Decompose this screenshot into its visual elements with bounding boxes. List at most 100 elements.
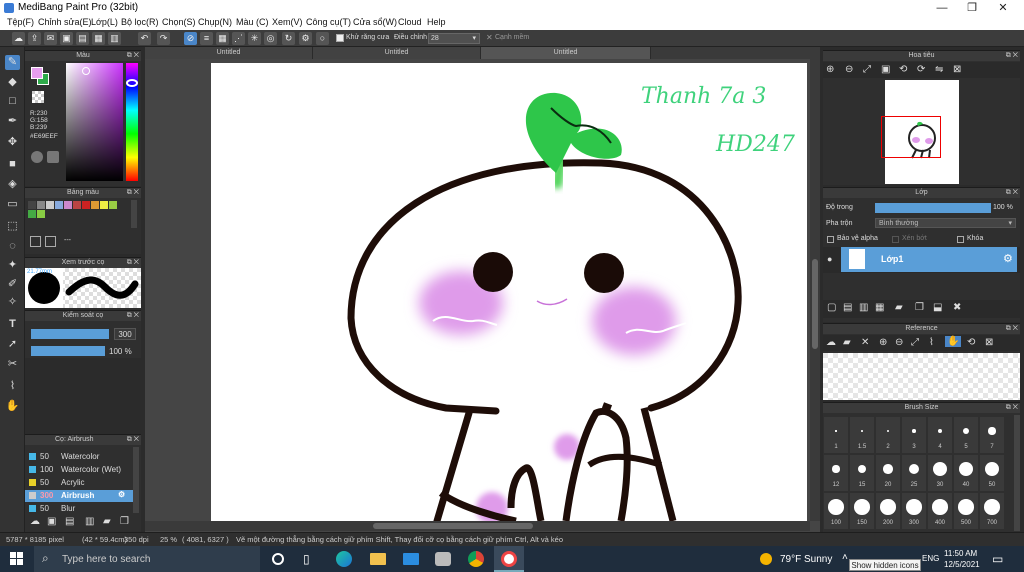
navigator-thumbnail[interactable] <box>881 80 959 184</box>
brush-size-cell[interactable]: 300 <box>902 493 926 529</box>
radial-snap-icon[interactable]: ✳ <box>248 32 261 45</box>
visibility-icon[interactable]: ● <box>827 254 832 264</box>
foreground-color-swatch[interactable] <box>31 67 43 79</box>
add-brush-icon[interactable]: ▣ <box>47 516 56 527</box>
palette-swatch[interactable] <box>28 201 36 209</box>
rotate-icon[interactable]: ⟲ <box>967 337 975 348</box>
delete-palette-icon[interactable] <box>45 236 56 247</box>
bucket-tool-icon[interactable]: ◈ <box>5 177 20 192</box>
panel-close-icon[interactable]: ⧉ ✕ <box>127 258 139 268</box>
layer-row-selected[interactable]: Lớp1 ⚙ <box>841 247 1017 272</box>
panel-close-icon[interactable]: ⧉ ✕ <box>127 51 139 61</box>
new-layer-icon[interactable]: ▢ <box>827 302 836 313</box>
eraser-tool-icon[interactable]: ◆ <box>5 75 20 90</box>
brush-size-cell[interactable]: 20 <box>876 455 900 491</box>
eyedropper-icon[interactable]: ⌇ <box>929 337 934 348</box>
brush-size-cell[interactable]: 15 <box>850 455 874 491</box>
chevron-up-icon[interactable]: ˄ <box>842 552 848 563</box>
save-icon[interactable]: ▣ <box>60 32 73 45</box>
brush-size-cell[interactable]: 1.5 <box>850 417 874 453</box>
menu-help[interactable]: Help <box>427 17 446 27</box>
brush-size-cell[interactable]: 25 <box>902 455 926 491</box>
menu-layer[interactable]: Lớp(L) <box>91 17 118 27</box>
actual-size-icon[interactable]: ▣ <box>881 64 890 75</box>
brush-tool-icon[interactable]: ✎ <box>5 55 20 70</box>
cortana-icon[interactable] <box>272 553 284 565</box>
layer-opacity-slider[interactable] <box>875 203 991 213</box>
hand-icon[interactable]: ✋ <box>945 336 962 347</box>
brush-size-cell[interactable]: 500 <box>954 493 978 529</box>
mail-icon[interactable] <box>403 553 419 565</box>
color-wheel-icon[interactable] <box>31 151 43 163</box>
operation-tool-icon[interactable]: ➚ <box>5 337 20 352</box>
brush-size-slider[interactable] <box>31 329 109 339</box>
curve-snap-icon[interactable]: ↻ <box>282 32 295 45</box>
panel-close-icon[interactable]: ⧉ ✕ <box>127 188 139 198</box>
palette-swatch[interactable] <box>64 201 72 209</box>
vertical-scroll-thumb[interactable] <box>812 259 818 349</box>
minimize-icon[interactable]: — <box>935 1 949 15</box>
fill-rect-tool-icon[interactable]: ■ <box>5 157 20 172</box>
menu-snap[interactable]: Chụp(N) <box>198 17 232 27</box>
fit-icon[interactable]: ⤢ <box>911 337 919 348</box>
new-folder-icon[interactable]: ▰ <box>895 302 903 313</box>
palette-swatch[interactable] <box>91 201 99 209</box>
add-layer-menu-icon[interactable]: ▦ <box>875 302 884 313</box>
brush-size-cell[interactable]: 12 <box>824 455 848 491</box>
brush-size-cell[interactable]: 1 <box>824 417 848 453</box>
gradient-tool-icon[interactable]: ▭ <box>5 197 20 212</box>
brush-opacity-slider[interactable] <box>31 346 105 356</box>
medibang-taskbar-button[interactable] <box>494 546 524 572</box>
eyedropper-tool-icon[interactable]: ⌇ <box>5 379 20 394</box>
palette-swatch[interactable] <box>55 201 63 209</box>
brush-size-cell[interactable]: 40 <box>954 455 978 491</box>
duplicate-layer-icon[interactable]: ❐ <box>915 302 924 313</box>
palette-swatch[interactable] <box>73 201 81 209</box>
magic-wand-tool-icon[interactable]: ✦ <box>5 258 20 273</box>
redo-icon[interactable]: ↷ <box>157 32 170 45</box>
brush-size-cell[interactable]: 7 <box>980 417 1004 453</box>
brush-list-item[interactable]: 100 Watercolor (Wet) <box>25 464 133 476</box>
duplicate-icon[interactable]: ❐ <box>120 516 129 527</box>
color-saturation-field[interactable] <box>66 63 123 181</box>
add-brush-menu-icon[interactable]: ▤ <box>65 516 74 527</box>
palette-scrollbar[interactable] <box>131 200 137 228</box>
diagonal-snap-icon[interactable]: ⋰ <box>232 32 245 45</box>
palette-swatch[interactable] <box>46 201 54 209</box>
cross-snap-icon[interactable]: ▦ <box>216 32 229 45</box>
adjust-select[interactable]: 28 ▾ <box>428 33 480 44</box>
copy-brush-icon[interactable]: ▥ <box>85 516 94 527</box>
brush-size-scrollbar[interactable] <box>1014 415 1020 531</box>
trash-icon[interactable]: ✖ <box>953 302 961 313</box>
document-icon[interactable]: ▤ <box>76 32 89 45</box>
menu-file[interactable]: Tệp(F) <box>7 17 34 27</box>
divide-tool-icon[interactable]: ✂ <box>5 357 20 372</box>
brush-size-cell[interactable]: 200 <box>876 493 900 529</box>
cloud-icon[interactable]: ☁ <box>826 337 836 348</box>
menu-select[interactable]: Chọn(S) <box>162 17 196 27</box>
select-eraser-tool-icon[interactable]: ✧ <box>5 295 20 310</box>
settings-icon[interactable]: ⚙ <box>299 32 312 45</box>
panel-close-icon[interactable]: ⧉ ✕ <box>1006 403 1018 413</box>
tab-untitled-3[interactable]: Untitled <box>481 47 651 59</box>
zoom-in-icon[interactable]: ⊕ <box>879 337 887 348</box>
brush-size-cell[interactable]: 4 <box>928 417 952 453</box>
clock-time[interactable]: 11:50 AM <box>944 549 977 558</box>
undo-icon[interactable]: ↶ <box>138 32 151 45</box>
grid-icon[interactable]: ▦ <box>92 32 105 45</box>
panel-close-icon[interactable]: ⧉ ✕ <box>127 435 139 445</box>
close-small-icon[interactable]: ✕ <box>486 33 493 42</box>
notification-icon[interactable]: ▭ <box>992 552 1003 566</box>
brush-size-cell[interactable]: 100 <box>824 493 848 529</box>
chrome-icon[interactable] <box>468 551 484 567</box>
menu-view[interactable]: Xem(V) <box>272 17 303 27</box>
brush-list-item[interactable]: 50 Watercolor <box>25 451 133 463</box>
drawing-canvas[interactable]: Thanh 7a 3 HD247 <box>211 63 807 521</box>
brush-size-cell[interactable]: 700 <box>980 493 1004 529</box>
panel-close-icon[interactable]: ⧉ ✕ <box>127 311 139 321</box>
tab-untitled-2[interactable]: Untitled <box>313 47 481 59</box>
close-icon[interactable]: ✕ <box>861 337 869 348</box>
edge-icon[interactable] <box>336 551 352 567</box>
horizontal-scroll-thumb[interactable] <box>373 523 533 529</box>
text-tool-icon[interactable]: T <box>5 317 20 332</box>
